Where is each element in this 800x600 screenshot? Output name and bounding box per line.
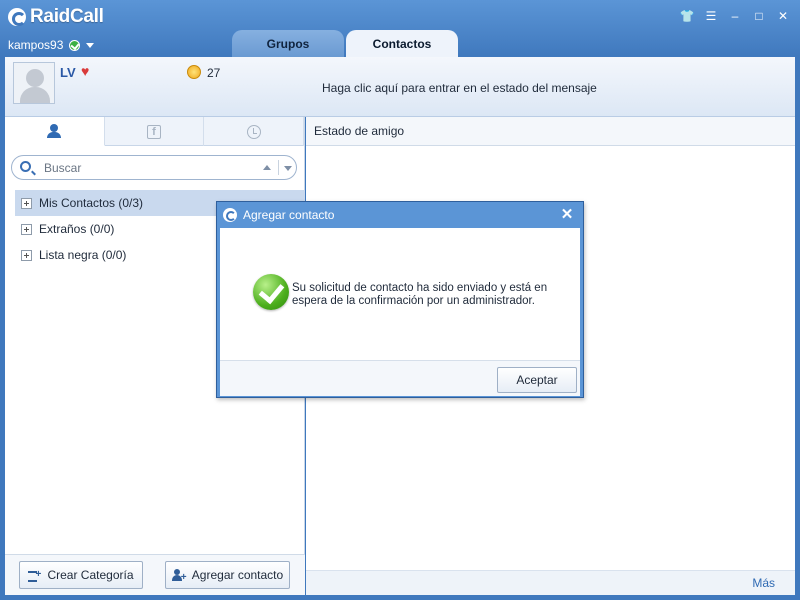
- close-icon[interactable]: ✕: [772, 6, 794, 26]
- search-icon: [20, 161, 31, 172]
- avatar-body-shape: [20, 87, 50, 103]
- search-input[interactable]: [44, 160, 244, 176]
- dialog-titlebar[interactable]: Agregar contacto: [217, 202, 583, 227]
- profile-panel: LV ♥ 27 Haga clic aquí para entrar en el…: [5, 57, 795, 117]
- tab-recent[interactable]: [204, 117, 305, 146]
- tab-contacts[interactable]: [5, 117, 105, 146]
- online-status-icon: [69, 39, 81, 51]
- avatar[interactable]: [13, 62, 55, 104]
- clock-icon: [246, 124, 261, 139]
- tab-grupos[interactable]: Grupos: [232, 30, 344, 57]
- search-divider: [278, 160, 279, 175]
- facebook-icon: f: [147, 124, 161, 139]
- group-label: Extraños (0/0): [39, 222, 115, 236]
- friend-status-footer: Más: [306, 570, 795, 595]
- expand-icon[interactable]: [21, 197, 32, 209]
- dialog-body: Su solicitud de contacto ha sido enviado…: [220, 228, 580, 360]
- maximize-icon[interactable]: □: [748, 6, 770, 26]
- expand-icon[interactable]: [21, 223, 32, 235]
- add-contact-label: Agregar contacto: [191, 568, 284, 582]
- person-icon: [47, 124, 62, 138]
- main-tabs: Grupos Contactos: [232, 30, 458, 57]
- create-category-label: Crear Categoría: [47, 568, 134, 582]
- search-box: [11, 155, 297, 180]
- group-label: Mis Contactos (0/3): [39, 196, 144, 210]
- avatar-head-shape: [26, 69, 44, 87]
- create-category-button[interactable]: Crear Categoría: [19, 561, 143, 589]
- friend-status-header: Estado de amigo: [306, 117, 795, 146]
- raidcall-window: RaidCall 👕 ☰ – □ ✕ kampos93 Grupos Conta…: [0, 0, 800, 600]
- status-message-field[interactable]: Haga clic aquí para entrar en el estado …: [322, 81, 597, 95]
- app-logo: RaidCall: [8, 6, 104, 28]
- profile-nickname: LV: [60, 65, 76, 80]
- tab-facebook[interactable]: f: [105, 117, 205, 146]
- dialog-title: Agregar contacto: [243, 207, 335, 222]
- chevron-down-icon[interactable]: [284, 166, 292, 171]
- shirt-icon[interactable]: 👕: [676, 6, 698, 26]
- accept-button[interactable]: Aceptar: [497, 367, 577, 393]
- tab-contactos[interactable]: Contactos: [346, 30, 458, 57]
- sort-up-icon[interactable]: [263, 165, 271, 170]
- notes-icon[interactable]: ☰: [700, 6, 722, 26]
- raidcall-logo-icon: [8, 8, 26, 26]
- contact-subtabs: f: [5, 117, 305, 146]
- coin-count: 27: [207, 66, 221, 80]
- raidcall-logo-icon: [223, 207, 237, 222]
- dialog-message: Su solicitud de contacto ha sido enviado…: [292, 282, 548, 307]
- coin-icon: [187, 65, 201, 79]
- minimize-icon[interactable]: –: [724, 6, 746, 26]
- user-status-bar[interactable]: kampos93: [8, 38, 95, 52]
- user-add-icon: +: [171, 568, 187, 582]
- chevron-down-icon[interactable]: [86, 42, 95, 48]
- window-controls: 👕 ☰ – □ ✕: [676, 6, 794, 26]
- expand-icon[interactable]: [21, 249, 32, 261]
- add-contact-button[interactable]: + Agregar contacto: [165, 561, 290, 589]
- more-link[interactable]: Más: [752, 576, 775, 590]
- group-label: Lista negra (0/0): [39, 248, 127, 262]
- success-check-icon: [253, 274, 289, 310]
- app-name: RaidCall: [30, 6, 104, 27]
- close-icon[interactable]: ✕: [559, 206, 575, 223]
- dialog-footer: Aceptar: [220, 360, 580, 396]
- username: kampos93: [8, 38, 64, 52]
- heart-icon: ♥: [81, 63, 90, 79]
- list-add-icon: [28, 570, 41, 582]
- contacts-footer: Crear Categoría + Agregar contacto: [5, 554, 305, 595]
- add-contact-dialog: Agregar contacto ✕ Su solicitud de conta…: [216, 201, 584, 398]
